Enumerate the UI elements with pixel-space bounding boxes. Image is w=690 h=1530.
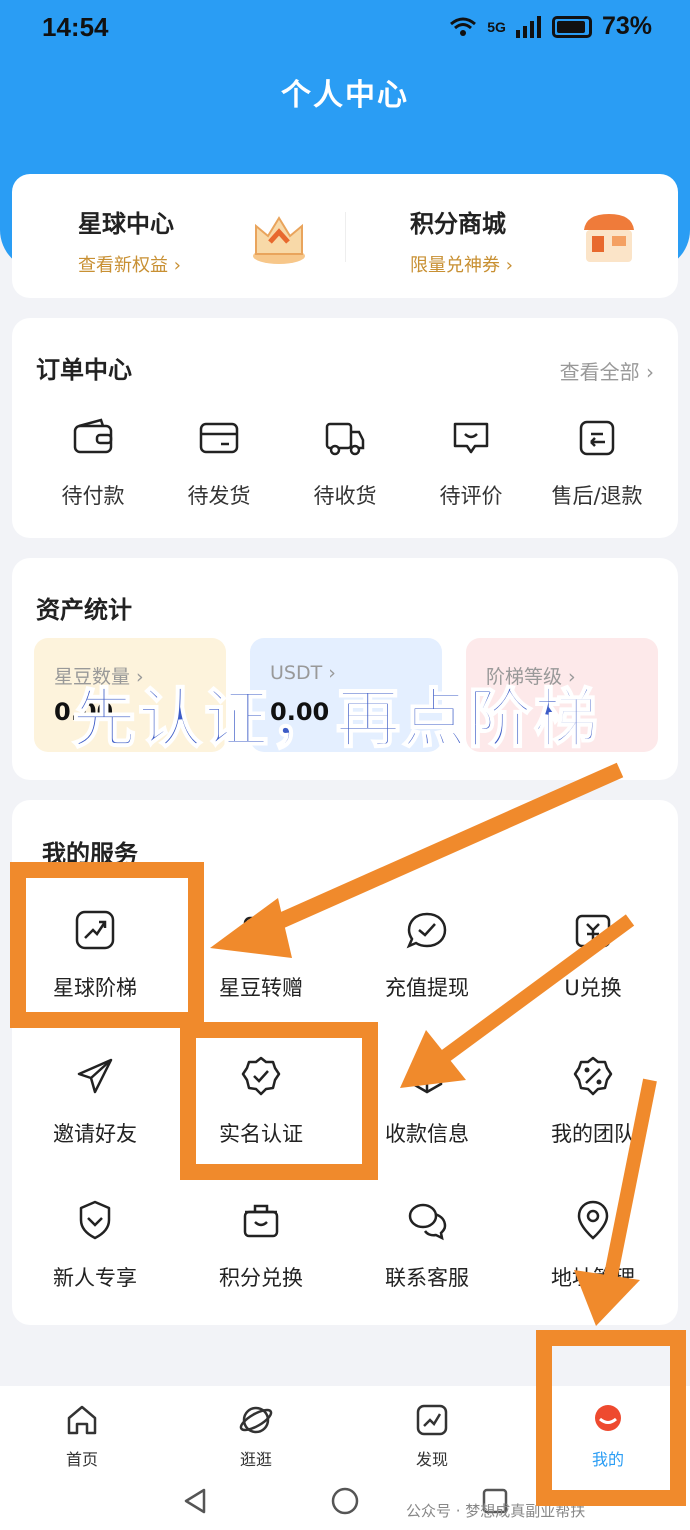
order-label: 待评价 <box>439 484 503 508</box>
planet-icon <box>239 1406 273 1434</box>
exchange-icon <box>575 914 611 948</box>
promo-card: 星球中心 查看新权益 › 积分商城 限量兑神券 › <box>12 174 678 298</box>
order-after-sales[interactable]: 售后/退款 <box>532 416 662 510</box>
order-label: 售后/退款 <box>551 484 643 508</box>
service-newcomer-exclusive[interactable]: 新人专享 <box>12 1198 178 1292</box>
section-title: 我的服务 <box>42 840 138 868</box>
back-icon[interactable] <box>180 1486 210 1516</box>
chart-icon <box>416 1404 448 1436</box>
service-star-ladder[interactable]: 星球阶梯 <box>12 908 178 1002</box>
service-u-exchange[interactable]: U兑换 <box>510 908 676 1002</box>
view-all-link[interactable]: 查看全部 › <box>560 356 654 385</box>
my-services-card: 我的服务 星球阶梯 星豆转赠 充值提现 U兑换 邀请好友 实名认证 收款信息 我… <box>12 800 678 1325</box>
check-bubble-icon <box>406 912 447 949</box>
service-address-management[interactable]: 地址管理 <box>510 1198 676 1292</box>
gift-icon <box>243 916 279 946</box>
tab-browse[interactable]: 逛逛 <box>196 1402 316 1470</box>
service-label: 实名认证 <box>219 1122 303 1146</box>
promo-divider <box>345 212 346 262</box>
bottom-tab-bar: 首页 逛逛 发现 我的 <box>0 1386 690 1476</box>
section-title: 订单中心 <box>36 356 132 384</box>
tab-mine[interactable]: 我的 <box>548 1402 668 1470</box>
badge-check-icon <box>241 1056 281 1096</box>
promo-points-mall[interactable]: 积分商城 限量兑神券 › <box>410 204 513 277</box>
comment-icon <box>453 422 489 454</box>
service-label: 新人专享 <box>53 1266 137 1290</box>
service-label: 星球阶梯 <box>53 976 137 1000</box>
watermark: 公众号 · 梦想成真副业帮扶 <box>406 1502 586 1520</box>
page-title: 个人中心 <box>281 78 409 113</box>
service-label: 充值提现 <box>385 976 469 1000</box>
order-pending-receipt[interactable]: 待收货 <box>280 416 410 510</box>
order-pending-payment[interactable]: 待付款 <box>28 416 158 510</box>
service-label: U兑换 <box>564 976 622 1000</box>
promo-title: 积分商城 <box>410 210 506 238</box>
tab-label: 发现 <box>415 1450 448 1469</box>
service-customer-service[interactable]: 联系客服 <box>344 1198 510 1292</box>
service-points-exchange[interactable]: 积分兑换 <box>178 1198 344 1292</box>
service-label: 邀请好友 <box>53 1122 137 1146</box>
promo-subtitle: 限量兑神券 › <box>410 255 513 276</box>
crown-icon <box>253 216 305 264</box>
service-label: 星豆转赠 <box>219 976 303 1000</box>
service-label: 联系客服 <box>385 1266 469 1290</box>
service-real-name-auth[interactable]: 实名认证 <box>178 1054 344 1148</box>
promo-subtitle: 查看新权益 › <box>78 255 181 276</box>
status-bar: 14:54 5G 73% <box>0 0 690 60</box>
order-center-card: 订单中心 查看全部 › 待付款 待发货 待收货 待评价 售后/退款 <box>12 318 678 538</box>
service-label: 地址管理 <box>551 1266 635 1290</box>
section-title: 资产统计 <box>36 596 132 624</box>
order-label: 待付款 <box>61 484 125 508</box>
network-label: 5G <box>487 18 506 35</box>
order-pending-review[interactable]: 待评价 <box>406 416 536 510</box>
service-label: 收款信息 <box>385 1122 469 1146</box>
service-invite-friends[interactable]: 邀请好友 <box>12 1054 178 1148</box>
signal-icon <box>515 15 541 38</box>
promo-title: 星球中心 <box>78 210 174 238</box>
wifi-icon <box>450 17 477 36</box>
service-bean-transfer[interactable]: 星豆转赠 <box>178 908 344 1002</box>
order-label: 待收货 <box>313 484 377 508</box>
service-payment-info[interactable]: 收款信息 <box>344 1054 510 1148</box>
home-button-icon[interactable] <box>330 1486 360 1516</box>
send-icon <box>77 1058 113 1094</box>
home-icon <box>67 1405 97 1435</box>
battery-icon <box>551 15 592 38</box>
wallet-icon <box>73 418 113 454</box>
return-icon <box>579 420 615 456</box>
promo-star-center[interactable]: 星球中心 查看新权益 › <box>78 204 181 277</box>
tab-discover[interactable]: 发现 <box>372 1402 492 1470</box>
percent-badge-icon <box>573 1056 613 1096</box>
chat-icon <box>408 1203 447 1241</box>
tab-label: 首页 <box>65 1450 98 1469</box>
tab-label: 我的 <box>591 1450 624 1469</box>
tab-home[interactable]: 首页 <box>22 1402 142 1470</box>
shop-icon <box>584 214 634 262</box>
status-time: 14:54 <box>42 12 109 42</box>
basket-icon <box>243 1204 279 1238</box>
card-icon <box>199 422 239 454</box>
service-my-team[interactable]: 我的团队 <box>510 1054 676 1148</box>
user-icon <box>595 1405 621 1431</box>
service-label: 积分兑换 <box>219 1266 303 1290</box>
battery-percent: 73% <box>601 12 652 40</box>
location-icon <box>577 1200 609 1240</box>
shield-heart-icon <box>79 1200 111 1240</box>
order-label: 待发货 <box>187 484 251 508</box>
truck-icon <box>325 422 365 456</box>
payment-icon <box>411 1058 443 1094</box>
order-pending-shipment[interactable]: 待发货 <box>154 416 284 510</box>
system-nav-bar <box>0 1476 690 1530</box>
chart-icon <box>75 910 115 950</box>
service-recharge-withdraw[interactable]: 充值提现 <box>344 908 510 1002</box>
status-indicators: 5G 73% <box>449 12 652 41</box>
tab-label: 逛逛 <box>239 1450 272 1469</box>
service-label: 我的团队 <box>551 1122 635 1146</box>
instruction-text: 先认证，再点阶梯 <box>71 682 600 758</box>
